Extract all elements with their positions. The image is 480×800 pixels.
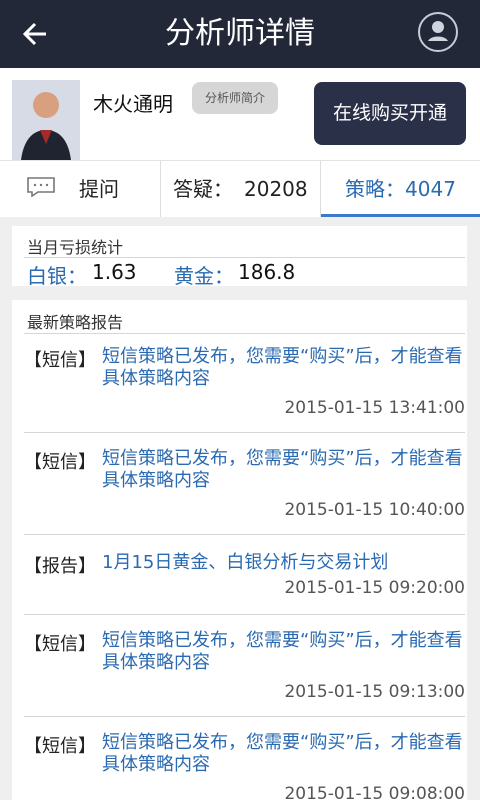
report-type: 【报告】 (24, 556, 96, 577)
report-text: 短信策略已发布，您需要“购买”后，才能查看具体策略内容 (102, 732, 463, 775)
report-type: 【短信】 (24, 736, 96, 757)
tab-bar: 提问 答疑： 20208 策略：4047 (0, 160, 480, 217)
divider (24, 333, 465, 334)
gold-label: 黄金： (174, 264, 234, 288)
report-text: 短信策略已发布，您需要“购买”后，才能查看具体策略内容 (102, 448, 463, 491)
report-text: 1月15日黄金、白银分析与交易计划 (102, 552, 389, 573)
divider (24, 432, 465, 433)
latest-strategy-reports: 最新策略报告 【短信】 短信策略已发布，您需要“购买”后，才能查看具体策略内容 … (12, 300, 467, 800)
tab-qa[interactable]: 答疑： 20208 (161, 161, 321, 217)
divider (24, 716, 465, 717)
top-bar: 分析师详情 (0, 0, 480, 68)
report-time: 2015-01-15 09:20:00 (284, 578, 465, 598)
stats-title: 当月亏损统计 (27, 238, 124, 257)
report-type: 【短信】 (24, 634, 96, 655)
tab-ask[interactable]: 提问 (0, 161, 161, 217)
report-item[interactable]: 【短信】 短信策略已发布，您需要“购买”后，才能查看具体策略内容 2015-01… (24, 630, 465, 717)
silver-value: 1.63 (92, 260, 137, 284)
report-time: 2015-01-15 09:08:00 (284, 784, 465, 800)
report-type: 【短信】 (24, 350, 96, 371)
report-time: 2015-01-15 10:40:00 (284, 500, 465, 520)
report-time: 2015-01-15 13:41:00 (284, 398, 465, 418)
back-arrow-icon[interactable] (18, 16, 58, 52)
reports-title: 最新策略报告 (27, 313, 124, 332)
report-item[interactable]: 【报告】 1月15日黄金、白银分析与交易计划 2015-01-15 09:20:… (24, 552, 465, 615)
page-title: 分析师详情 (165, 16, 315, 51)
report-item[interactable]: 【短信】 短信策略已发布，您需要“购买”后，才能查看具体策略内容 2015-01… (24, 346, 465, 433)
report-text: 短信策略已发布，您需要“购买”后，才能查看具体策略内容 (102, 346, 463, 389)
report-item[interactable]: 【短信】 短信策略已发布，您需要“购买”后，才能查看具体策略内容 2015-01… (24, 448, 465, 535)
buy-online-button[interactable]: 在线购买开通 (314, 82, 466, 145)
qa-label: 答疑： (173, 177, 233, 201)
tab-ask-label: 提问 (79, 177, 119, 201)
divider (24, 614, 465, 615)
analyst-intro-button[interactable]: 分析师简介 (192, 82, 278, 114)
silver-label: 白银： (27, 264, 87, 288)
qa-count: 20208 (244, 177, 308, 201)
report-type: 【短信】 (24, 452, 96, 473)
divider (24, 257, 465, 258)
avatar (12, 80, 80, 160)
monthly-loss-stats: 当月亏损统计 白银： 1.63 黄金： 186.8 (12, 226, 467, 288)
chat-icon (27, 177, 55, 197)
user-icon[interactable] (418, 12, 458, 52)
analyst-name: 木火通明 (93, 92, 173, 116)
report-time: 2015-01-15 09:13:00 (284, 682, 465, 702)
report-text: 短信策略已发布，您需要“购买”后，才能查看具体策略内容 (102, 630, 463, 673)
divider (24, 534, 465, 535)
report-item[interactable]: 【短信】 短信策略已发布，您需要“购买”后，才能查看具体策略内容 2015-01… (24, 732, 465, 800)
gold-value: 186.8 (238, 260, 296, 284)
tab-strategy[interactable]: 策略：4047 (321, 161, 480, 217)
